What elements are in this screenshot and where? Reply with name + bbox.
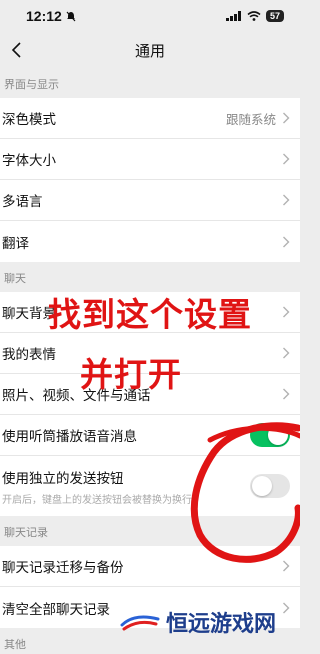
chevron-right-icon — [283, 347, 290, 359]
watermark: 恒远游戏网 — [120, 606, 276, 638]
translate-label: 翻译 — [2, 235, 29, 252]
chat-background-row[interactable]: 聊天背景 — [0, 292, 300, 333]
dark-mode-label: 深色模式 — [2, 112, 56, 128]
chat-settings-group: 聊天背景 我的表情 照片、视频、文件与通话 使用听筒播放语音消息 使用独立的发送… — [0, 292, 300, 516]
wifi-icon — [247, 11, 261, 21]
chevron-right-icon — [283, 306, 290, 318]
status-bar: 12:12 57 — [0, 0, 300, 32]
dark-mode-row[interactable]: 深色模式 跟随系统 — [0, 98, 300, 139]
media-row[interactable]: 照片、视频、文件与通话 — [0, 374, 300, 415]
status-time: 12:12 — [26, 8, 62, 24]
dark-mode-value: 跟随系统 — [225, 111, 276, 127]
translate-row[interactable]: 翻译 — [0, 221, 300, 262]
chat-background-label: 聊天背景 — [2, 306, 56, 322]
bell-muted-icon — [66, 11, 76, 21]
earpiece-row: 使用听筒播放语音消息 — [0, 415, 300, 456]
font-size-row[interactable]: 字体大小 — [0, 139, 300, 180]
battery-icon: 57 — [265, 10, 284, 22]
section-header-chat: 聊天 — [0, 262, 300, 292]
chevron-right-icon — [283, 602, 290, 613]
section-header-history: 聊天记录 — [0, 516, 300, 546]
migrate-row[interactable]: 聊天记录迁移与备份 — [0, 546, 300, 587]
earpiece-toggle[interactable] — [250, 423, 290, 447]
chevron-right-icon — [283, 153, 290, 165]
stickers-row[interactable]: 我的表情 — [0, 333, 300, 374]
font-size-label: 字体大小 — [2, 153, 56, 169]
language-row[interactable]: 多语言 — [0, 180, 300, 221]
toggle-knob — [268, 425, 288, 445]
send-button-row: 使用独立的发送按钮 开启后，键盘上的发送按钮会被替换为换行 — [0, 456, 300, 516]
earpiece-label: 使用听筒播放语音消息 — [2, 429, 137, 445]
chevron-right-icon — [283, 194, 290, 206]
stickers-label: 我的表情 — [2, 347, 56, 363]
nav-bar: 通用 — [0, 32, 300, 68]
media-label: 照片、视频、文件与通话 — [2, 388, 151, 404]
chevron-right-icon — [283, 388, 290, 400]
signal-icon — [225, 11, 241, 21]
section-header-display: 界面与显示 — [0, 68, 300, 98]
chevron-right-icon — [283, 560, 290, 572]
page-title: 通用 — [134, 41, 165, 60]
send-button-description: 开启后，键盘上的发送按钮会被替换为换行 — [2, 494, 192, 506]
toggle-knob — [252, 476, 272, 496]
chevron-right-icon — [283, 112, 290, 124]
migrate-label: 聊天记录迁移与备份 — [2, 560, 124, 576]
send-button-toggle[interactable] — [250, 474, 290, 498]
chevron-right-icon — [283, 236, 290, 247]
watermark-logo-icon — [120, 615, 160, 631]
language-label: 多语言 — [2, 194, 43, 210]
back-arrow-icon[interactable] — [8, 40, 28, 60]
send-button-label: 使用独立的发送按钮 — [2, 470, 124, 487]
watermark-text: 恒远游戏网 — [166, 611, 277, 637]
display-settings-group: 深色模式 跟随系统 字体大小 多语言 翻译 — [0, 98, 300, 262]
